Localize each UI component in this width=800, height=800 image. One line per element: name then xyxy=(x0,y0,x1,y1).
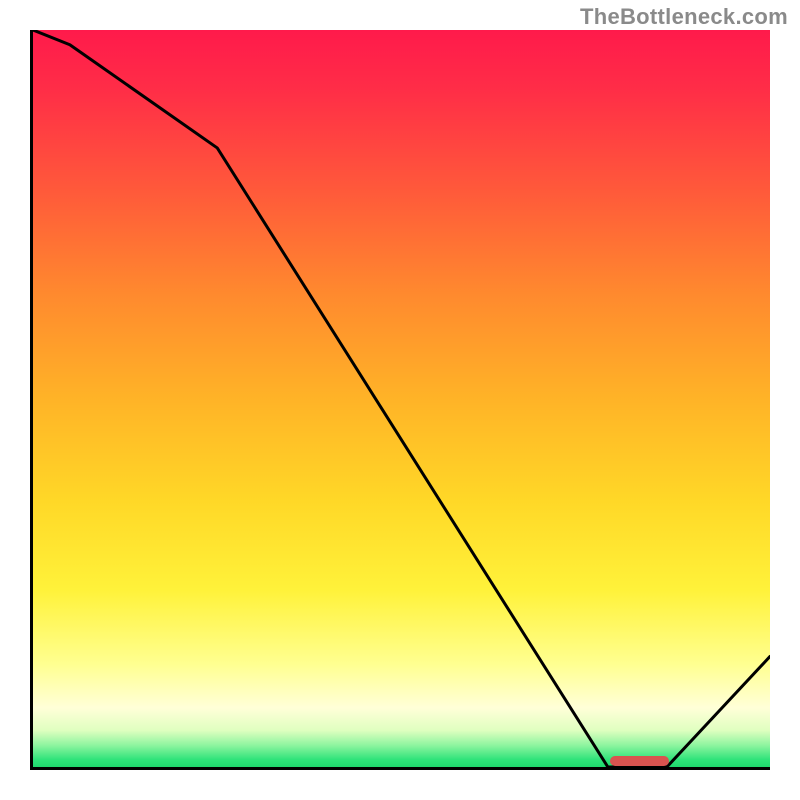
attribution-text: TheBottleneck.com xyxy=(580,4,788,30)
chart-plot-area xyxy=(30,30,770,770)
chart-highlight-segment xyxy=(610,756,669,766)
chart-gradient-background xyxy=(33,30,770,767)
